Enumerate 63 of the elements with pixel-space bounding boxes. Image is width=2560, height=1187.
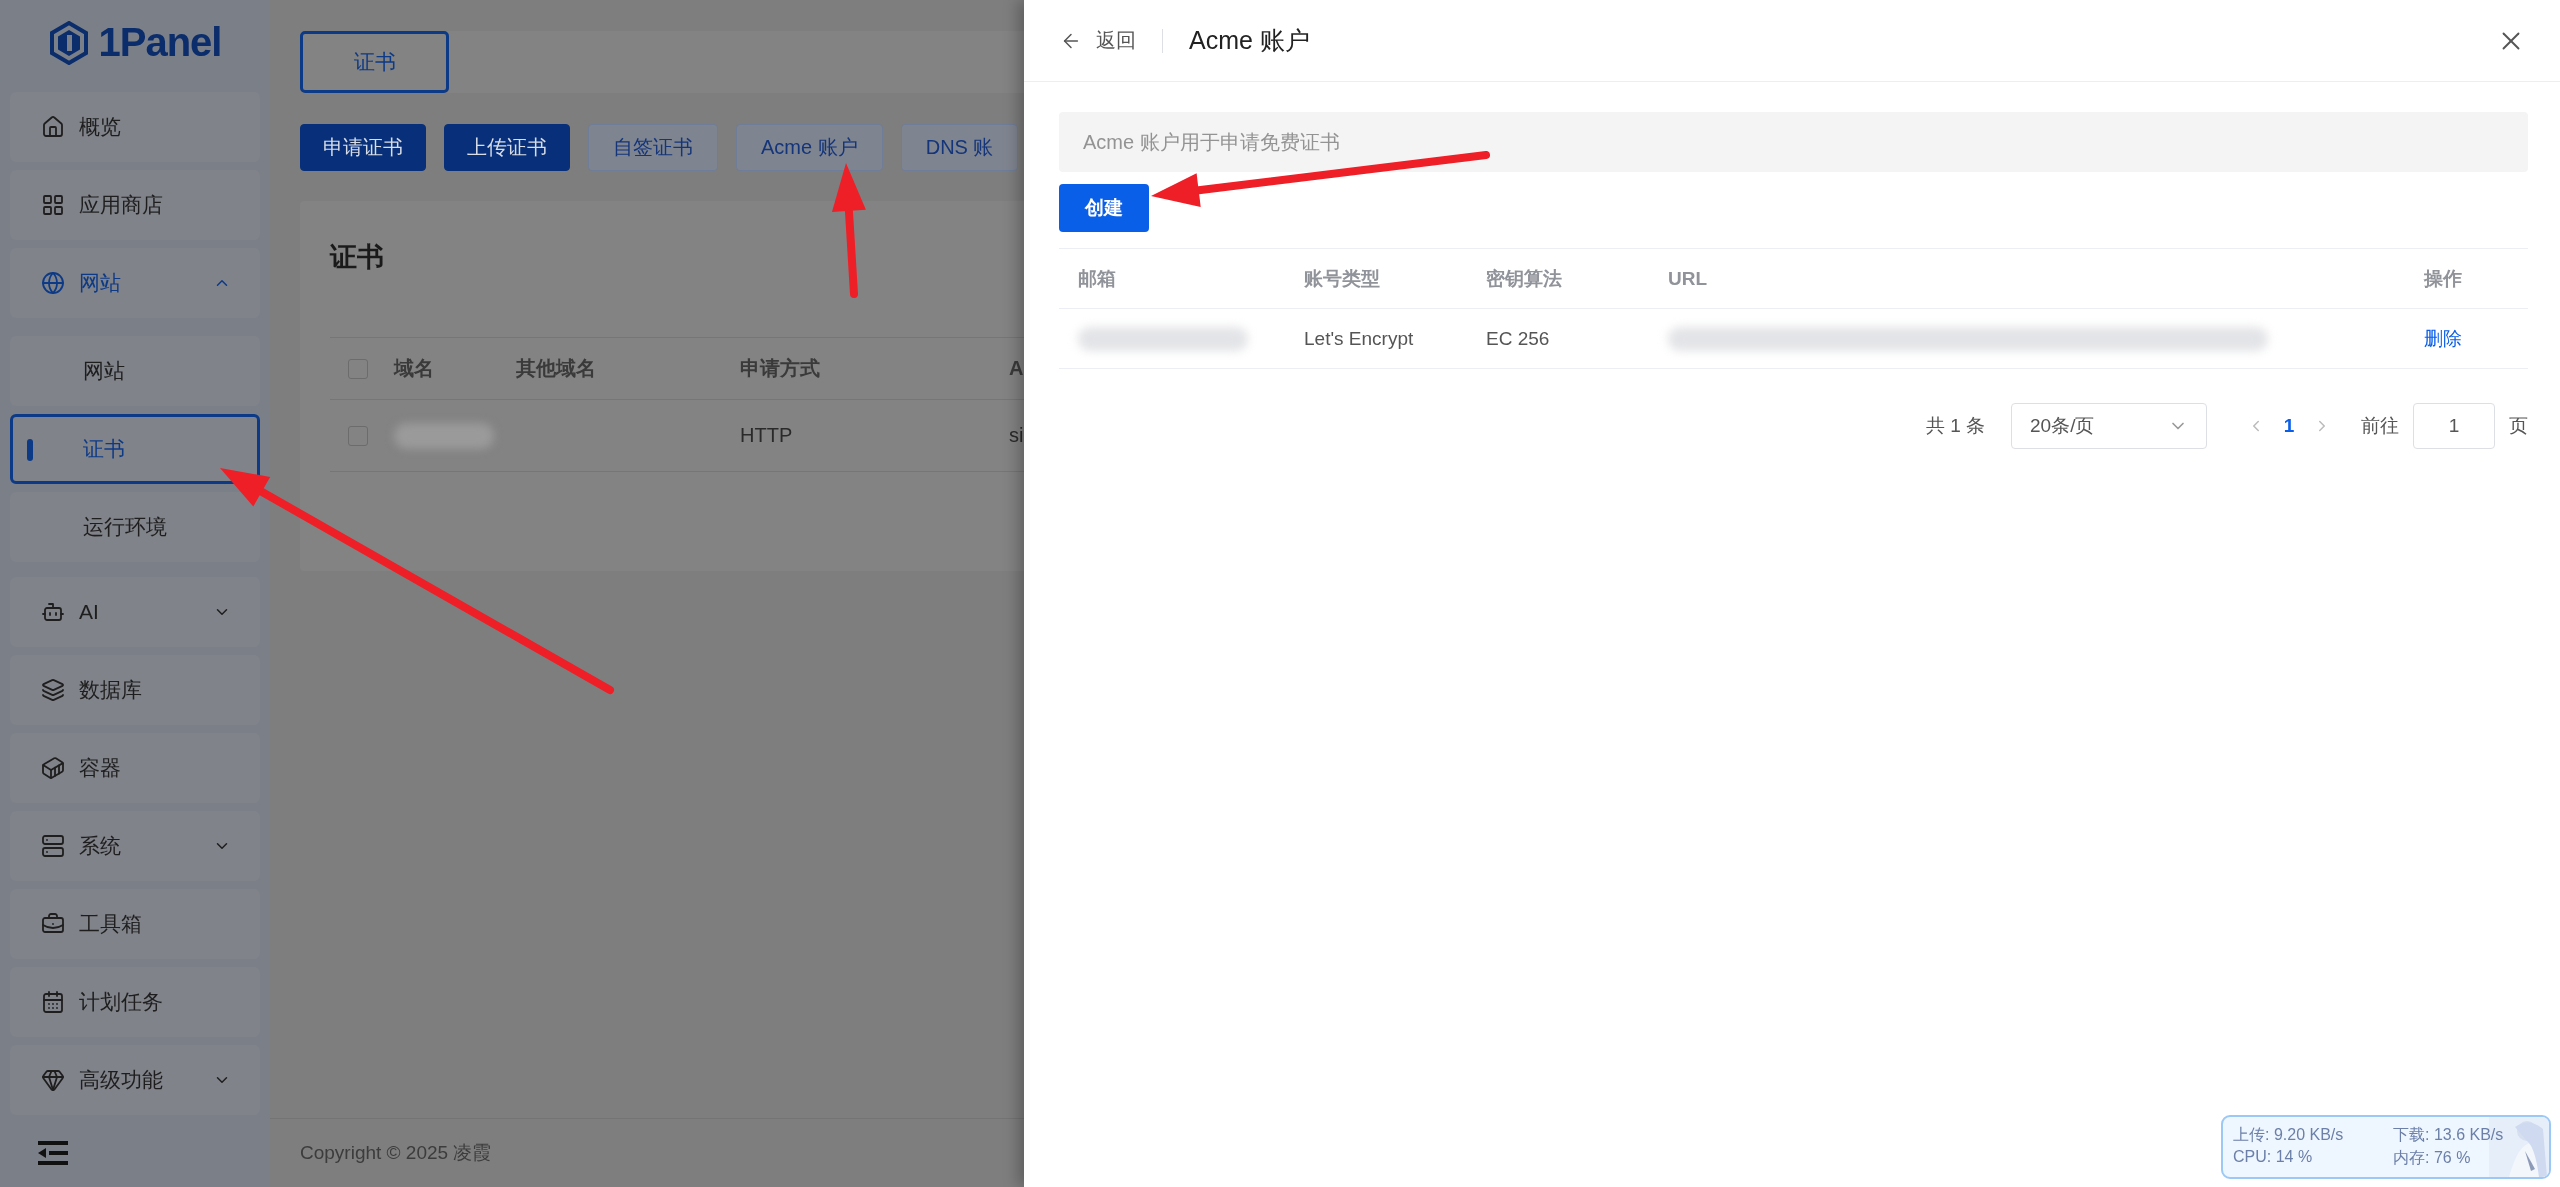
selection-bar: [27, 439, 33, 461]
logo-text: 1Panel: [98, 20, 222, 65]
column-header: 域名: [394, 356, 435, 381]
page-size-select[interactable]: 20条/页: [2011, 403, 2207, 449]
table-cell: EC 256: [1486, 327, 1550, 349]
container-icon: [41, 756, 65, 780]
column-header: 申请方式: [740, 356, 821, 381]
sidebar-item[interactable]: 系统: [10, 811, 260, 881]
delete-link[interactable]: 删除: [2424, 327, 2462, 349]
drawer-title: Acme 账户: [1189, 25, 1311, 56]
sidebar-item[interactable]: 数据库: [10, 655, 260, 725]
column-header: 账号类型: [1303, 266, 1381, 291]
logo-icon: [48, 20, 89, 65]
back-button[interactable]: 返回: [1060, 27, 1136, 54]
memory-usage: 内存: 76 %: [2393, 1148, 2472, 1168]
sidebar-item[interactable]: 网站: [10, 248, 260, 318]
sidebar-item[interactable]: 容器: [10, 733, 260, 803]
grid-icon: [41, 193, 65, 217]
create-button[interactable]: 创建: [1059, 184, 1149, 232]
action-button[interactable]: 申请证书: [300, 124, 426, 171]
tab[interactable]: 证书: [300, 31, 449, 93]
briefcase-icon: [41, 912, 65, 936]
sidebar-item[interactable]: 概览: [10, 92, 260, 162]
cpu-usage: CPU: 14 %: [2233, 1148, 2314, 1167]
column-header: 密钥算法: [1485, 266, 1563, 291]
copyright-text: Copyright © 2025 凌霞: [270, 1118, 1024, 1187]
column-header: 操作: [2422, 266, 2463, 291]
calendar-icon: [41, 990, 65, 1014]
column-header: URL: [1667, 267, 1709, 290]
column-header: A: [1009, 357, 1024, 380]
sidebar-item[interactable]: 应用商店: [10, 170, 260, 240]
sidebar-item[interactable]: 计划任务: [10, 967, 260, 1037]
globe-icon: [41, 271, 65, 295]
goto-label: 前往: [2361, 414, 2399, 438]
action-button[interactable]: 上传证书: [444, 124, 570, 171]
total-count: 共 1 条: [1925, 414, 1985, 438]
sidebar-item[interactable]: AI: [10, 577, 260, 647]
card-title: 证书: [330, 241, 385, 274]
collapse-menu-icon[interactable]: [38, 1140, 68, 1166]
sidebar-item[interactable]: 高级功能: [10, 1045, 260, 1115]
home-icon: [41, 115, 65, 139]
page-input[interactable]: 1: [2413, 403, 2495, 449]
layers-icon: [41, 678, 65, 702]
action-button[interactable]: 自签证书: [588, 124, 718, 171]
column-header: 其他域名: [516, 356, 597, 381]
upload-speed: 上传: 9.20 KB/s: [2233, 1125, 2345, 1145]
column-header: 邮箱: [1077, 266, 1117, 291]
sidebar-item[interactable]: 工具箱: [10, 889, 260, 959]
table-cell: Let's Encrypt: [1304, 327, 1414, 349]
diamond-icon: [41, 1068, 65, 1092]
download-speed: 下载: 13.6 KB/s: [2393, 1125, 2505, 1145]
page-suffix: 页: [2509, 414, 2528, 438]
server-icon: [41, 834, 65, 858]
action-button[interactable]: Acme 账户: [736, 124, 883, 171]
page-number[interactable]: 1: [2269, 414, 2309, 438]
info-alert: Acme 账户用于申请免费证书: [1059, 112, 2528, 172]
table-cell: HTTP: [740, 424, 793, 446]
table-cell: si: [1009, 424, 1024, 446]
sidebar-subitem[interactable]: 网站: [10, 336, 260, 406]
action-button[interactable]: DNS 账: [900, 124, 1019, 171]
sidebar-subitem[interactable]: 证书: [10, 414, 260, 484]
robot-icon: [41, 600, 65, 624]
sidebar-subitem[interactable]: 运行环境: [10, 492, 260, 562]
